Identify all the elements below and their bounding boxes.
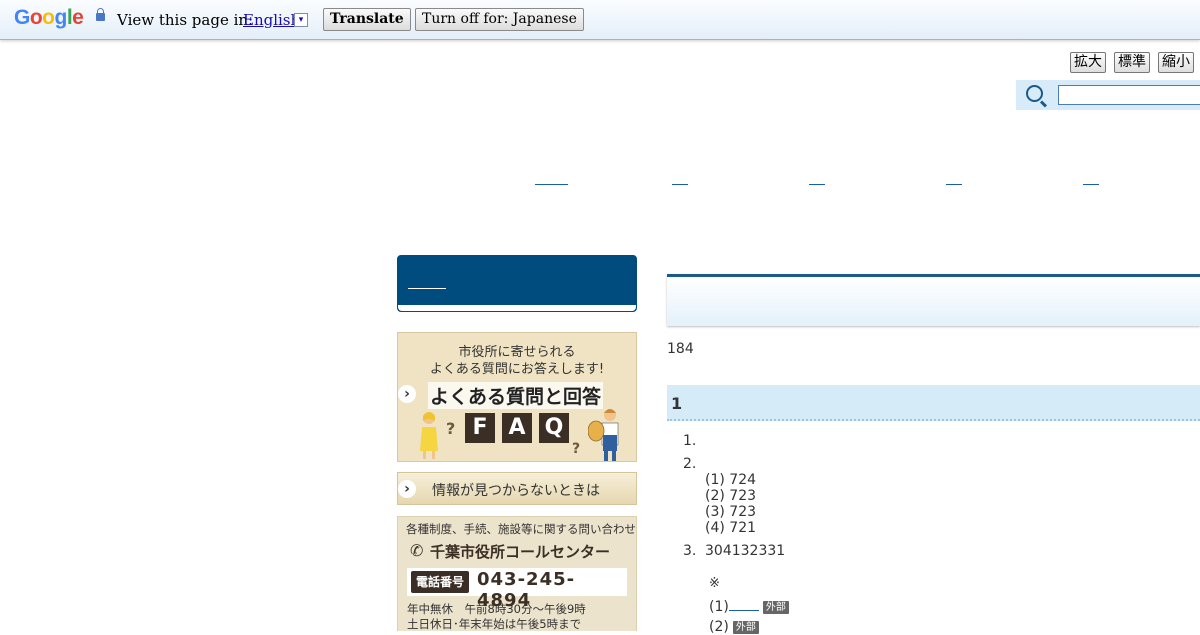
info-not-found-banner[interactable]: › 情報が見つからないときは xyxy=(397,472,637,505)
info-not-found-label: 情報が見つからないときは xyxy=(432,483,600,499)
external-link-item: (1) 外部 xyxy=(709,598,789,615)
chevron-right-icon: › xyxy=(398,480,416,498)
list-item-text: 304132331 xyxy=(705,543,786,559)
man-illustration-icon xyxy=(588,409,619,461)
phone-icon: ✆ xyxy=(410,541,424,560)
list-subitem: (3) 723 xyxy=(705,504,757,520)
call-center-hours: 年中無休 午前8時30分～午後9時 xyxy=(407,602,586,616)
call-center-heading: 各種制度、手続、施設等に関する問い合わせ xyxy=(406,522,636,536)
chevron-right-icon: › xyxy=(398,385,416,403)
google-logo: Google xyxy=(14,6,84,29)
faq-tile-q: Q xyxy=(539,413,569,443)
list-subitem: (4) 721 xyxy=(705,520,757,536)
list-subitem: (1) 724 xyxy=(705,472,757,488)
global-nav-link[interactable] xyxy=(946,182,962,185)
list-subitem: (2) 723 xyxy=(705,488,757,504)
lead-text: 184 xyxy=(667,341,694,357)
font-enlarge-button[interactable]: 拡大 xyxy=(1070,52,1106,73)
faq-line2: よくある質問にお答えします! xyxy=(429,362,605,377)
translate-button[interactable]: Translate xyxy=(323,8,411,31)
global-nav-link[interactable] xyxy=(535,182,568,185)
language-dropdown-icon[interactable]: ▾ xyxy=(294,13,308,27)
list-item-number: 1. xyxy=(683,433,697,449)
site-search xyxy=(1016,80,1200,110)
translate-bar: Google View this page in: English ▾ Tran… xyxy=(0,0,1200,40)
font-standard-button[interactable]: 標準 xyxy=(1114,52,1150,73)
section-heading: 1 xyxy=(667,385,1200,421)
faq-tile-a: A xyxy=(502,413,532,443)
font-shrink-button[interactable]: 縮小 xyxy=(1158,52,1194,73)
language-link[interactable]: English xyxy=(243,11,300,29)
call-center-name: 千葉市役所コールセンター xyxy=(430,543,611,561)
external-link-item: (2) 外部 xyxy=(709,619,759,635)
faq-title: よくある質問と回答 xyxy=(428,382,604,409)
faq-banner[interactable]: 市役所に寄せられる よくある質問にお答えします! › よくある質問と回答 ? F… xyxy=(397,332,637,462)
call-center-banner[interactable]: 各種制度、手続、施設等に関する問い合わせ ✆ 千葉市役所コールセンター 電話番号… xyxy=(397,516,637,631)
turn-off-translate-button[interactable]: Turn off for: Japanese xyxy=(415,8,584,31)
external-link-badge: 外部 xyxy=(732,621,759,634)
sidebar-heading-link[interactable] xyxy=(408,288,446,289)
global-nav-link[interactable] xyxy=(1083,182,1099,185)
global-nav-link[interactable] xyxy=(672,182,688,185)
question-mark: ? xyxy=(572,441,581,457)
sidebar-heading xyxy=(397,255,637,312)
woman-illustration-icon xyxy=(420,412,438,459)
phone-box: 電話番号 043-245-4894 xyxy=(407,568,627,611)
search-icon[interactable] xyxy=(1026,85,1043,102)
faq-tile-f: F xyxy=(465,413,495,443)
global-nav-link[interactable] xyxy=(809,182,825,185)
external-link-badge: 外部 xyxy=(762,601,789,614)
page-title-box xyxy=(667,274,1200,326)
translate-prompt: View this page in: xyxy=(117,11,254,29)
external-link[interactable] xyxy=(728,598,759,611)
search-input[interactable] xyxy=(1058,85,1200,105)
lock-icon xyxy=(96,8,105,21)
phone-tag: 電話番号 xyxy=(411,571,469,593)
note-mark: ※ xyxy=(709,576,720,591)
list-item-number: 3. xyxy=(683,543,697,559)
list-item-number: 2. xyxy=(683,456,697,472)
question-mark: ? xyxy=(446,419,456,438)
